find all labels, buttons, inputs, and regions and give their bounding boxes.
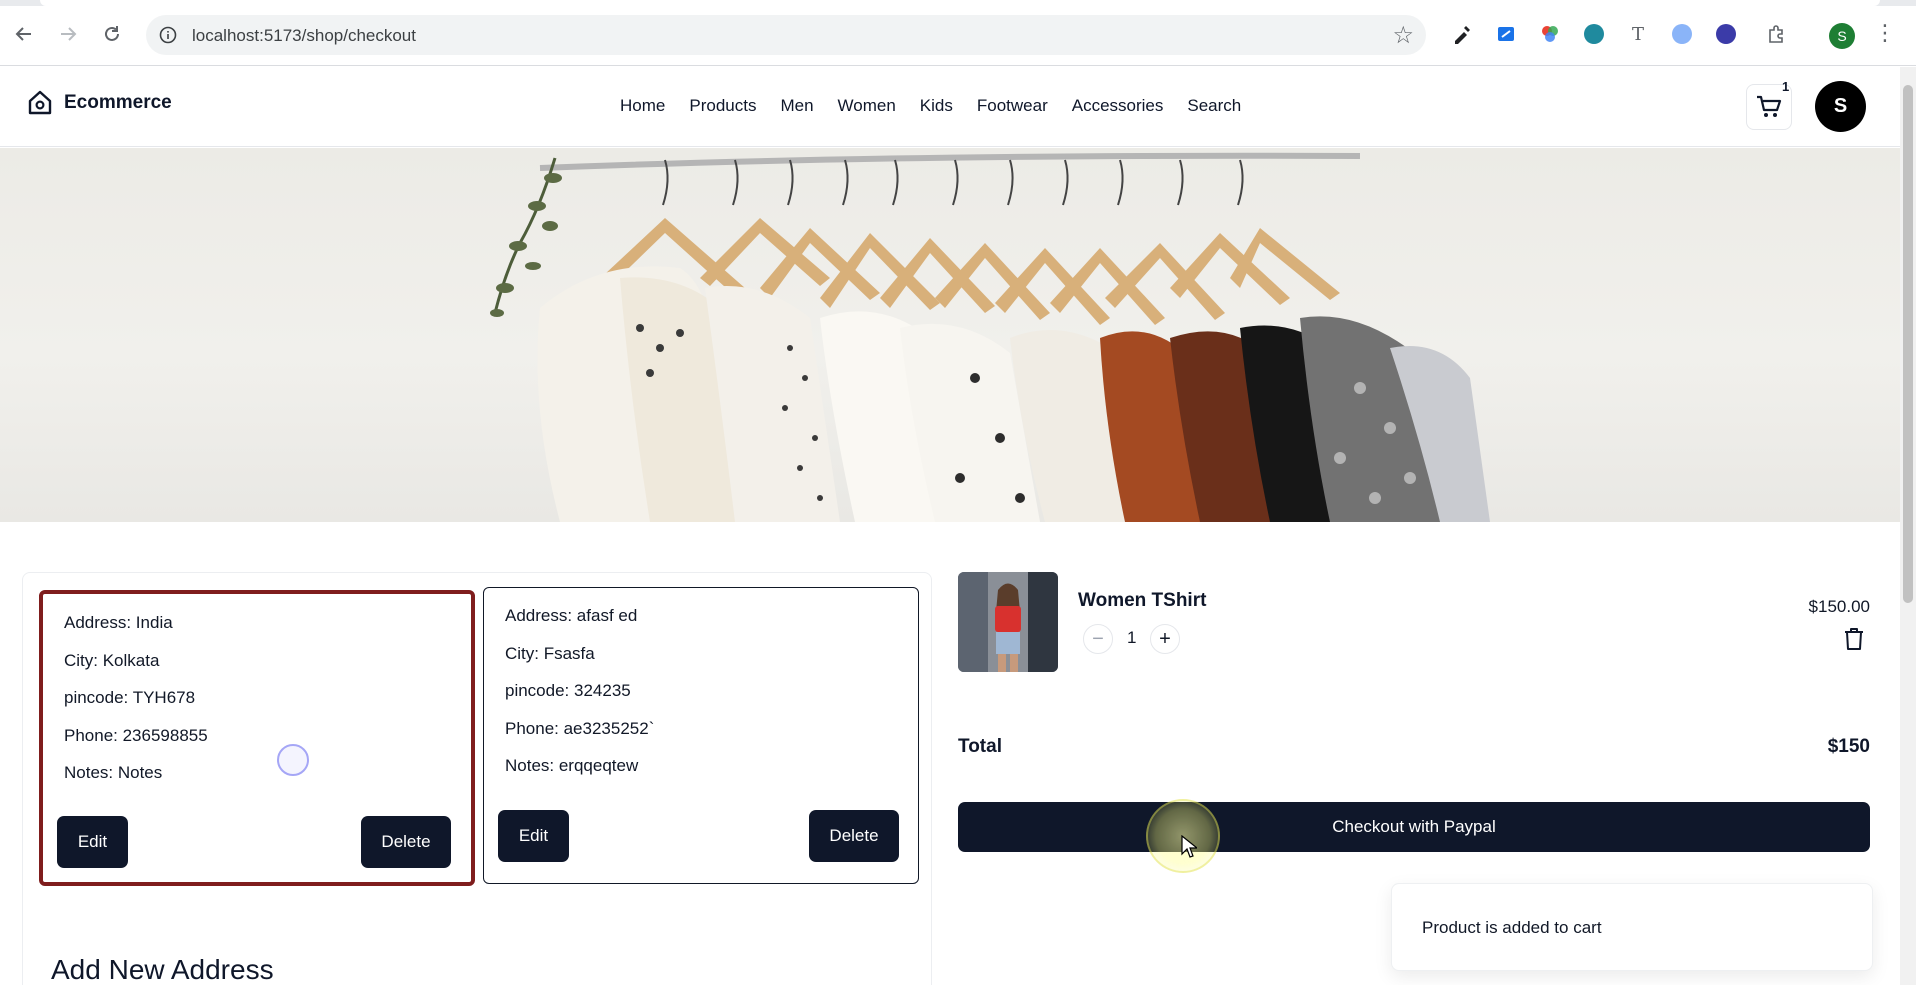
browser-profile-avatar[interactable]: S (1829, 23, 1855, 49)
search-extension-icon[interactable] (1668, 20, 1696, 48)
banner-image (0, 148, 1900, 522)
eyedropper-extension-icon[interactable] (1448, 20, 1476, 48)
pincode-line: pincode: 324235 (505, 681, 631, 700)
delete-address-button[interactable]: Delete (361, 816, 451, 868)
site-header: Ecommerce Home Products Men Women Kids F… (0, 67, 1900, 147)
bookmark-star-icon[interactable]: ☆ (1392, 21, 1414, 50)
phone-line: Phone: ae3235252` (505, 719, 655, 738)
edit-address-button[interactable]: Edit (498, 810, 569, 862)
cart-item-price: $150.00 (1808, 597, 1870, 616)
increase-quantity-button[interactable]: + (1150, 624, 1180, 654)
browser-menu-icon[interactable]: ⋮ (1874, 20, 1896, 50)
nav-men[interactable]: Men (780, 96, 813, 116)
address-section: Address: India City: Kolkata pincode: TY… (22, 572, 932, 985)
browser-toolbar: localhost:5173/shop/checkout ☆ T S ⋮ (0, 6, 1916, 66)
house-logo-icon (28, 90, 52, 115)
color-picker-extension-icon[interactable] (1536, 20, 1564, 48)
total-label: Total (958, 736, 1002, 757)
reload-icon[interactable] (96, 18, 128, 50)
globe-extension-icon[interactable] (1580, 20, 1608, 48)
decrease-quantity-button[interactable]: − (1083, 624, 1113, 654)
click-indicator (277, 744, 309, 776)
nav-home[interactable]: Home (620, 96, 665, 116)
toast-notification: Product is added to cart (1391, 883, 1873, 971)
checkout-paypal-button[interactable]: Checkout with Paypal (958, 802, 1870, 852)
brand-name: Ecommerce (64, 92, 172, 113)
shopping-cart-icon (1757, 95, 1782, 117)
phone-line: Phone: 236598855 (64, 726, 208, 745)
toast-message: Product is added to cart (1422, 918, 1602, 937)
pincode-line: pincode: TYH678 (64, 688, 196, 707)
site-info-icon[interactable] (156, 23, 180, 47)
user-avatar[interactable]: S (1815, 81, 1866, 132)
scrollbar-thumb[interactable] (1903, 85, 1913, 603)
back-arrow-icon[interactable] (8, 18, 40, 50)
address-line: Address: afasf ed (505, 606, 638, 625)
nav-accessories[interactable]: Accessories (1072, 96, 1164, 116)
screen-capture-extension-icon[interactable] (1492, 20, 1520, 48)
extensions-puzzle-icon[interactable] (1762, 20, 1790, 48)
url-text[interactable]: localhost:5173/shop/checkout (192, 26, 416, 46)
nav-women[interactable]: Women (838, 96, 896, 116)
nav-products[interactable]: Products (689, 96, 756, 116)
address-card[interactable]: Address: afasf ed City: Fsasfa pincode: … (483, 587, 919, 884)
page-scrollbar[interactable] (1900, 67, 1916, 985)
nav-search[interactable]: Search (1187, 96, 1241, 116)
notes-line: Notes: Notes (64, 763, 163, 782)
edit-address-button[interactable]: Edit (57, 816, 128, 868)
swirl-extension-icon[interactable] (1712, 20, 1740, 48)
main-nav: Home Products Men Women Kids Footwear Ac… (620, 96, 1265, 116)
city-line: City: Fsasfa (505, 644, 595, 663)
cart-count-badge: 1 (1782, 79, 1790, 94)
total-value: $150 (1827, 736, 1870, 757)
address-line: Address: India (64, 613, 173, 632)
cart-item-title: Women TShirt (1078, 590, 1207, 611)
page-viewport: Ecommerce Home Products Men Women Kids F… (0, 67, 1900, 985)
mouse-cursor-icon (1181, 834, 1199, 864)
plus-icon: + (1159, 627, 1171, 650)
trash-icon[interactable] (1842, 626, 1866, 657)
forward-arrow-icon[interactable] (52, 18, 84, 50)
notes-line: Notes: erqqeqtew (505, 756, 639, 775)
text-extension-icon[interactable]: T (1624, 20, 1652, 48)
nav-kids[interactable]: Kids (920, 96, 953, 116)
address-card-selected[interactable]: Address: India City: Kolkata pincode: TY… (39, 590, 475, 886)
city-line: City: Kolkata (64, 651, 160, 670)
delete-address-button[interactable]: Delete (809, 810, 899, 862)
quantity-value: 1 (1127, 628, 1137, 647)
minus-icon: − (1092, 627, 1104, 650)
product-thumbnail (958, 572, 1058, 672)
address-bar[interactable]: localhost:5173/shop/checkout ☆ (146, 15, 1426, 55)
logo[interactable]: Ecommerce (26, 89, 172, 117)
nav-footwear[interactable]: Footwear (977, 96, 1048, 116)
add-new-address-title: Add New Address (51, 954, 274, 985)
